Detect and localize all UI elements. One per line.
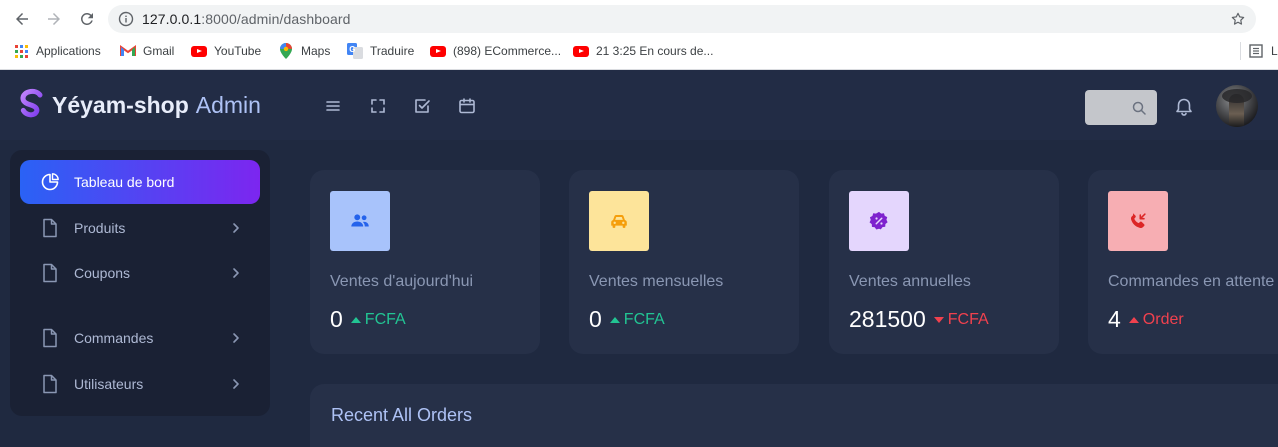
sidebar-item-commandes[interactable]: Commandes	[20, 316, 260, 360]
sidebar: Tableau de bord Produits Coupons Command…	[10, 150, 270, 416]
stat-title: Ventes d'aujourd'hui	[330, 273, 474, 290]
stat-card-yearly-sales: Ventes annuelles 281500 FCFA	[829, 170, 1059, 354]
sidebar-item-label: Coupons	[74, 265, 131, 281]
sidebar-item-label: Produits	[74, 220, 126, 236]
brand[interactable]: Yéyam-shop Admin	[18, 88, 261, 122]
recent-orders-title: Recent All Orders	[331, 405, 473, 425]
bookmark-label: Traduire	[370, 44, 415, 58]
reading-list-label: Li	[1271, 44, 1278, 58]
bookmarks-bar: Applications Gmail YouTube Maps G Tradui…	[0, 38, 1278, 64]
bell-icon[interactable]	[1173, 96, 1195, 118]
youtube-icon	[191, 43, 207, 59]
stat-card-monthly-sales: Ventes mensuelles 0 FCFA	[569, 170, 799, 354]
back-arrow-icon[interactable]	[11, 8, 33, 30]
avatar[interactable]	[1216, 85, 1258, 127]
brand-suffix: Admin	[195, 91, 261, 118]
youtube-icon	[573, 43, 589, 59]
trend-up-icon	[1128, 316, 1139, 323]
chevron-right-icon	[233, 379, 239, 389]
browser-chrome: 127.0.0.1:8000/admin/dashboard Applicati…	[0, 0, 1278, 70]
trend-up-icon	[350, 316, 361, 323]
sidebar-item-tableau-de-bord[interactable]: Tableau de bord	[20, 160, 260, 204]
stat-unit: FCFA	[947, 310, 989, 328]
menu-icon[interactable]	[323, 96, 343, 116]
reading-list[interactable]: Li	[1248, 42, 1278, 60]
checklist-icon[interactable]	[412, 96, 432, 116]
bookmark-en-cours[interactable]: 21 3:25 En cours de...	[573, 42, 713, 60]
sidebar-item-label: Utilisateurs	[74, 376, 144, 392]
bookmark-label: YouTube	[214, 44, 262, 58]
bookmark-label: (898) ECommerce...	[453, 44, 562, 58]
stat-value: 0	[589, 306, 602, 332]
trend-up-icon	[609, 316, 620, 323]
bookmark-label: 21 3:25 En cours de...	[596, 44, 714, 58]
stat-value: 4	[1108, 306, 1121, 332]
address-bar[interactable]: 127.0.0.1:8000/admin/dashboard	[108, 5, 1256, 33]
svg-text:G: G	[349, 45, 355, 54]
forward-arrow-icon[interactable]	[43, 8, 65, 30]
header-search[interactable]	[1085, 90, 1157, 125]
bookmarks-divider	[1240, 42, 1241, 60]
pie-chart-icon	[40, 172, 60, 192]
stat-title: Ventes annuelles	[849, 273, 971, 290]
brand-name: Yéyam-shop	[52, 91, 189, 118]
file-icon	[40, 328, 60, 348]
search-input[interactable]	[1085, 90, 1131, 125]
apps-grid-icon	[13, 43, 29, 59]
reload-icon[interactable]	[76, 8, 98, 30]
stat-value: 0	[330, 306, 343, 332]
stat-value: 281500	[849, 306, 926, 332]
reading-list-icon	[1248, 43, 1264, 59]
stat-unit: FCFA	[364, 310, 406, 328]
bookmark-maps[interactable]: Maps	[278, 42, 330, 60]
maps-icon	[278, 43, 294, 59]
stat-card-daily-sales: Ventes d'aujourd'hui 0 FCFA	[310, 170, 540, 354]
stat-title: Ventes mensuelles	[589, 273, 724, 290]
sidebar-item-produits[interactable]: Produits	[20, 206, 260, 250]
discount-badge-icon	[849, 191, 909, 251]
phone-incoming-icon	[1108, 191, 1168, 251]
info-icon[interactable]	[118, 11, 134, 27]
stat-unit: Order	[1142, 310, 1184, 328]
gmail-icon	[120, 43, 136, 59]
users-icon	[330, 191, 390, 251]
bookmark-star-icon[interactable]	[1230, 11, 1246, 27]
file-icon	[40, 218, 60, 238]
bookmark-ecommerce[interactable]: (898) ECommerce...	[430, 42, 561, 60]
sidebar-item-coupons[interactable]: Coupons	[20, 251, 260, 295]
main-content: Ventes d'aujourd'hui 0 FCFA Ventes mensu…	[280, 140, 1278, 447]
translate-icon: G	[347, 43, 363, 59]
bookmark-label: Maps	[301, 44, 331, 58]
file-icon	[40, 374, 60, 394]
stat-unit: FCFA	[623, 310, 665, 328]
sidebar-item-utilisateurs[interactable]: Utilisateurs	[20, 362, 260, 406]
file-icon	[40, 263, 60, 283]
bookmark-applications[interactable]: Applications	[13, 42, 101, 60]
recent-orders-panel: Recent All Orders	[310, 384, 1278, 447]
trend-down-icon	[933, 316, 944, 323]
chevron-right-icon	[233, 268, 239, 278]
brand-logo-icon	[20, 88, 43, 118]
bookmark-label: Applications	[36, 44, 101, 58]
search-icon[interactable]	[1131, 100, 1147, 116]
stat-card-pending-orders: Commandes en attente 4 Order	[1088, 170, 1278, 354]
stat-title: Commandes en attente	[1108, 273, 1275, 290]
bookmark-gmail[interactable]: Gmail	[120, 42, 174, 60]
calendar-icon[interactable]	[457, 96, 477, 116]
youtube-icon	[430, 43, 446, 59]
chevron-right-icon	[233, 333, 239, 343]
bookmark-youtube[interactable]: YouTube	[191, 42, 261, 60]
sidebar-item-label: Tableau de bord	[74, 174, 175, 190]
bookmark-traduire[interactable]: G Traduire	[347, 42, 414, 60]
app-header: Yéyam-shop Admin	[0, 70, 1278, 140]
url-text: 127.0.0.1:8000/admin/dashboard	[142, 11, 351, 27]
chevron-right-icon	[233, 223, 239, 233]
sidebar-item-label: Commandes	[74, 330, 154, 346]
bookmark-label: Gmail	[143, 44, 175, 58]
car-icon	[589, 191, 649, 251]
fullscreen-icon[interactable]	[368, 96, 388, 116]
